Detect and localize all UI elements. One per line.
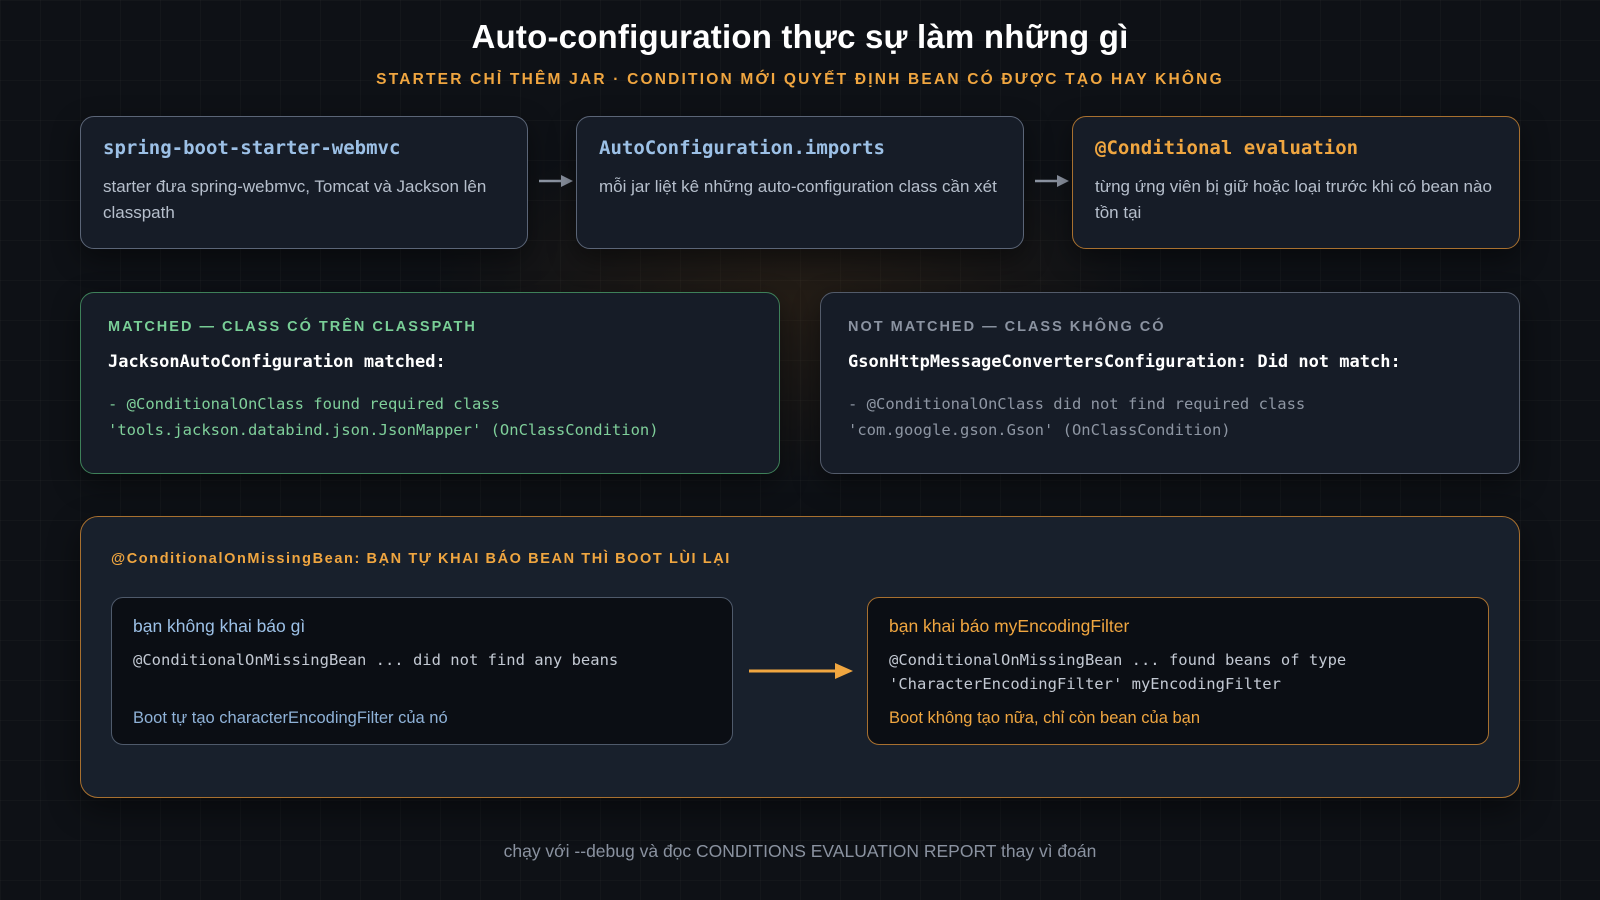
missing-bean-panel: @ConditionalOnMissingBean: BẠN TỰ KHAI B… (80, 516, 1520, 798)
starter-step-desc: starter đưa spring-webmvc, Tomcat và Jac… (103, 177, 487, 222)
own-declaration-code: @ConditionalOnMissingBean ... found bean… (889, 651, 1347, 693)
own-declaration-card: bạn khai báo myEncodingFilter @Condition… (867, 597, 1489, 745)
matched-card: MATCHED — CLASS CÓ TRÊN CLASSPATH Jackso… (80, 292, 780, 474)
not-matched-card: NOT MATCHED — CLASS KHÔNG CÓ GsonHttpMes… (820, 292, 1520, 474)
starter-step-card: spring-boot-starter-webmvc starter đưa s… (80, 116, 528, 249)
arrow-right-icon (749, 663, 853, 679)
imports-step-card: AutoConfiguration.imports mỗi jar liệt k… (576, 116, 1024, 249)
imports-step-title: AutoConfiguration.imports (599, 137, 885, 159)
own-declaration-result: Boot không tạo nữa, chỉ còn bean của bạn (889, 709, 1201, 727)
matched-headline: JacksonAutoConfiguration matched: (108, 352, 446, 372)
footer-note: chạy với --debug và đọc CONDITIONS EVALU… (503, 841, 1097, 861)
no-declaration-code: @ConditionalOnMissingBean ... did not fi… (133, 651, 619, 669)
matched-code-line: 'tools.jackson.databind.json.JsonMapper'… (108, 421, 659, 439)
conditional-step-desc: từng ứng viên bị giữ hoặc loại trước khi… (1095, 177, 1492, 222)
own-declaration-title: bạn khai báo myEncodingFilter (889, 616, 1130, 636)
conditional-step-card: @Conditional evaluation từng ứng viên bị… (1072, 116, 1520, 249)
no-declaration-card: bạn không khai báo gì @ConditionalOnMiss… (111, 597, 733, 745)
not-matched-code-line: 'com.google.gson.Gson' (OnClassCondition… (848, 421, 1231, 439)
not-matched-headline: GsonHttpMessageConvertersConfiguration: … (848, 352, 1401, 372)
arrow-right-icon (539, 175, 573, 187)
no-declaration-result: Boot tự tạo characterEncodingFilter của … (133, 709, 448, 727)
page-title: Auto-configuration thực sự làm những gì (471, 18, 1129, 55)
starter-step-title: spring-boot-starter-webmvc (103, 137, 401, 159)
matched-code-line: - @ConditionalOnClass found required cla… (108, 395, 500, 413)
missing-bean-title: @ConditionalOnMissingBean: BẠN TỰ KHAI B… (111, 551, 731, 567)
conditional-step-title: @Conditional evaluation (1095, 137, 1359, 159)
page-subtitle: STARTER CHỈ THÊM JAR · CONDITION MỚI QUY… (376, 71, 1224, 88)
not-matched-label: NOT MATCHED — CLASS KHÔNG CÓ (848, 319, 1166, 335)
imports-step-desc: mỗi jar liệt kê những auto-configuration… (599, 177, 997, 196)
matched-label: MATCHED — CLASS CÓ TRÊN CLASSPATH (108, 319, 477, 335)
not-matched-code-line: - @ConditionalOnClass did not find requi… (848, 395, 1306, 413)
no-declaration-title: bạn không khai báo gì (133, 616, 306, 636)
arrow-right-icon (1035, 175, 1069, 187)
